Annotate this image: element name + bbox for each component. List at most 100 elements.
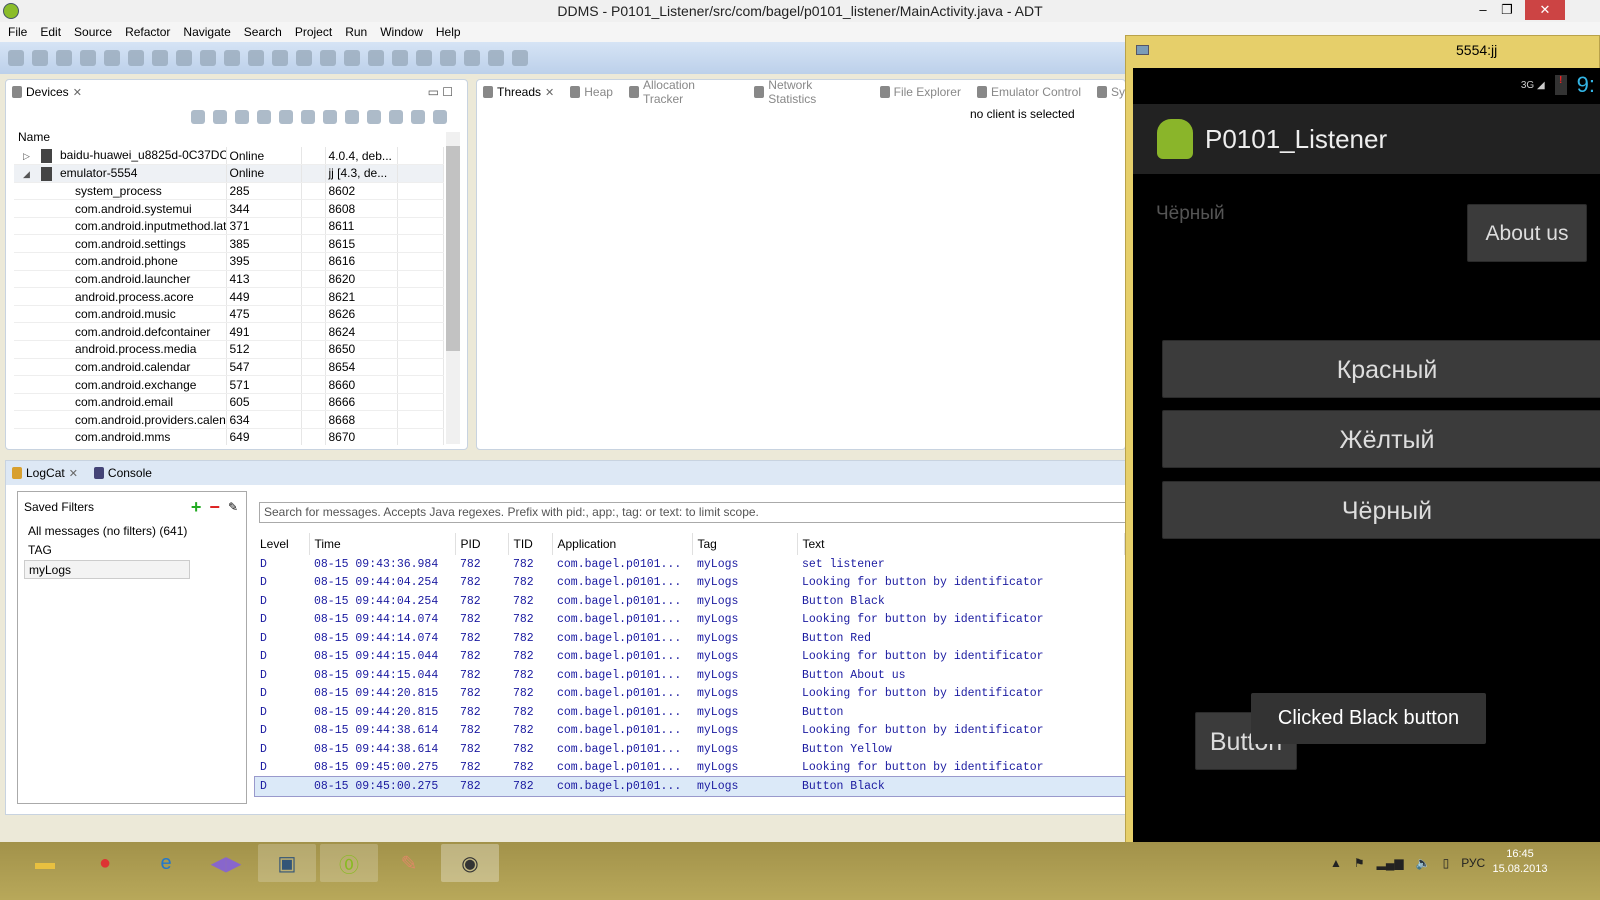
column-header-level[interactable]: Level: [255, 533, 310, 555]
menu-project[interactable]: Project: [295, 22, 332, 42]
device-tool-icon[interactable]: [301, 110, 315, 124]
toolbar-button-icon[interactable]: [128, 50, 144, 66]
tab-network-statistics[interactable]: Network Statistics: [754, 78, 863, 106]
device-row[interactable]: com.android.inputmethod.latin 371 8611: [14, 217, 444, 236]
log-row[interactable]: D 08-15 09:45:00.275 782 782 com.bagel.p0101…: [255, 759, 1125, 778]
device-row[interactable]: com.android.calendar 547 8654: [14, 358, 444, 377]
tray-arrow-icon[interactable]: ▲: [1330, 856, 1342, 870]
device-tool-icon[interactable]: [279, 110, 293, 124]
device-row[interactable]: com.android.mms 649 8670: [14, 428, 444, 445]
tab-file-explorer[interactable]: File Explorer: [879, 85, 961, 99]
flag-icon[interactable]: ⚑: [1354, 856, 1365, 870]
device-tool-icon[interactable]: [235, 110, 249, 124]
about-us-button[interactable]: About us: [1467, 204, 1587, 262]
toolbar-button-icon[interactable]: [176, 50, 192, 66]
filter-item[interactable]: myLogs: [24, 560, 190, 579]
network-icon[interactable]: ▂▄▆: [1377, 856, 1404, 870]
menu-run[interactable]: Run: [345, 22, 367, 42]
toolbar-button-icon[interactable]: [104, 50, 120, 66]
device-tool-icon[interactable]: [367, 110, 381, 124]
filter-item[interactable]: TAG: [24, 541, 190, 560]
tab-logcat[interactable]: LogCat ✕: [12, 466, 78, 480]
toolbar-button-icon[interactable]: [344, 50, 360, 66]
toolbar-button-icon[interactable]: [56, 50, 72, 66]
visual-studio-icon[interactable]: ◀▶: [197, 844, 255, 882]
toolbar-button-icon[interactable]: [80, 50, 96, 66]
device-tool-icon[interactable]: [411, 110, 425, 124]
toolbar-button-icon[interactable]: [440, 50, 456, 66]
column-header-pid[interactable]: PID: [455, 533, 509, 555]
menu-file[interactable]: File: [8, 22, 27, 42]
device-tool-icon[interactable]: [323, 110, 337, 124]
menu-source[interactable]: Source: [74, 22, 112, 42]
device-row[interactable]: ◢ emulator-5554 Online jj [4.3, de...: [14, 164, 444, 183]
column-header-time[interactable]: Time: [309, 533, 456, 555]
device-row[interactable]: com.android.email 605 8666: [14, 393, 444, 412]
device-row[interactable]: com.android.providers.calendar634 8668: [14, 410, 444, 429]
menu-edit[interactable]: Edit: [40, 22, 61, 42]
device-tool-icon[interactable]: [191, 110, 205, 124]
add-filter-icon[interactable]: +: [191, 497, 202, 518]
device-row[interactable]: com.android.phone 395 8616: [14, 252, 444, 271]
device-tool-icon[interactable]: [213, 110, 227, 124]
tab-threads[interactable]: Threads ✕: [483, 85, 554, 99]
toolbar-button-icon[interactable]: [392, 50, 408, 66]
toolbar-button-icon[interactable]: [200, 50, 216, 66]
log-row[interactable]: D 08-15 09:43:36.984 782 782 com.bagel.p0101…: [255, 555, 1125, 574]
column-header-tid[interactable]: TID: [508, 533, 553, 555]
toolbar-button-icon[interactable]: [320, 50, 336, 66]
device-row[interactable]: com.android.launcher 413 8620: [14, 270, 444, 289]
toolbar-button-icon[interactable]: [464, 50, 480, 66]
toolbar-button-icon[interactable]: [152, 50, 168, 66]
expander-icon[interactable]: ◢: [23, 169, 37, 180]
tab-emulator-control[interactable]: Emulator Control: [976, 85, 1081, 99]
menu-window[interactable]: Window: [380, 22, 423, 42]
menu-search[interactable]: Search: [244, 22, 282, 42]
device-row[interactable]: system_process 285 8602: [14, 182, 444, 201]
close-button[interactable]: ✕: [1525, 0, 1565, 20]
log-row[interactable]: D 08-15 09:44:20.815 782 782 com.bagel.p0101…: [255, 685, 1125, 704]
toolbar-button-icon[interactable]: [416, 50, 432, 66]
menu-refactor[interactable]: Refactor: [125, 22, 170, 42]
toolbar-button-icon[interactable]: [272, 50, 288, 66]
emulator-taskbar-icon[interactable]: ◉: [441, 844, 499, 882]
power-icon[interactable]: ▯: [1443, 856, 1450, 870]
menu-navigate[interactable]: Navigate: [183, 22, 230, 42]
log-row[interactable]: D 08-15 09:44:14.074 782 782 com.bagel.p0101…: [255, 611, 1125, 630]
red-button[interactable]: Красный: [1162, 340, 1600, 398]
device-row[interactable]: com.android.defcontainer 491 8624: [14, 322, 444, 342]
maximize-button[interactable]: ❐: [1492, 0, 1522, 20]
picture-viewer-icon[interactable]: ▣: [258, 844, 316, 882]
log-row[interactable]: D 08-15 09:44:38.614 782 782 com.bagel.p0101…: [255, 740, 1125, 759]
log-row[interactable]: D 08-15 09:44:04.254 782 782 com.bagel.p0101…: [255, 592, 1125, 611]
paint-icon[interactable]: ✎: [380, 844, 438, 882]
tab-sy[interactable]: Sy: [1096, 85, 1125, 99]
column-header-tag[interactable]: Tag: [692, 533, 798, 555]
tab-heap[interactable]: Heap: [570, 85, 613, 99]
chrome-icon[interactable]: ●: [76, 844, 134, 882]
device-tool-icon[interactable]: [433, 110, 447, 124]
tab-devices[interactable]: Devices ✕: [12, 85, 82, 99]
log-row[interactable]: D 08-15 09:44:04.254 782 782 com.bagel.p0101…: [255, 574, 1125, 593]
minimize-view-icon[interactable]: ▭ ☐: [428, 85, 453, 99]
device-row[interactable]: com.android.music 475 8626: [14, 305, 444, 324]
devices-scrollbar[interactable]: [446, 132, 460, 444]
log-row[interactable]: D 08-15 09:44:15.044 782 782 com.bagel.p0101…: [255, 648, 1125, 667]
column-header-text[interactable]: Text: [797, 533, 1125, 555]
log-row[interactable]: D 08-15 09:44:15.044 782 782 com.bagel.p0101…: [255, 666, 1125, 685]
menu-help[interactable]: Help: [436, 22, 461, 42]
black-button[interactable]: Чёрный: [1162, 481, 1600, 539]
device-row[interactable]: android.process.media 512 8650: [14, 340, 444, 359]
yellow-button[interactable]: Жёлтый: [1162, 410, 1600, 468]
toolbar-button-icon[interactable]: [8, 50, 24, 66]
log-row[interactable]: D 08-15 09:45:00.275 782 782 com.bagel.p0101…: [254, 776, 1126, 797]
adt-taskbar-icon[interactable]: ⓪: [320, 844, 378, 882]
close-tab-icon[interactable]: ✕: [69, 467, 78, 480]
close-tab-icon[interactable]: ✕: [73, 86, 82, 99]
toolbar-button-icon[interactable]: [296, 50, 312, 66]
edit-filter-icon[interactable]: ✎: [228, 500, 238, 514]
volume-icon[interactable]: 🔈: [1416, 856, 1431, 870]
tab-console[interactable]: Console: [93, 466, 152, 480]
toolbar-button-icon[interactable]: [368, 50, 384, 66]
device-tool-icon[interactable]: [257, 110, 271, 124]
